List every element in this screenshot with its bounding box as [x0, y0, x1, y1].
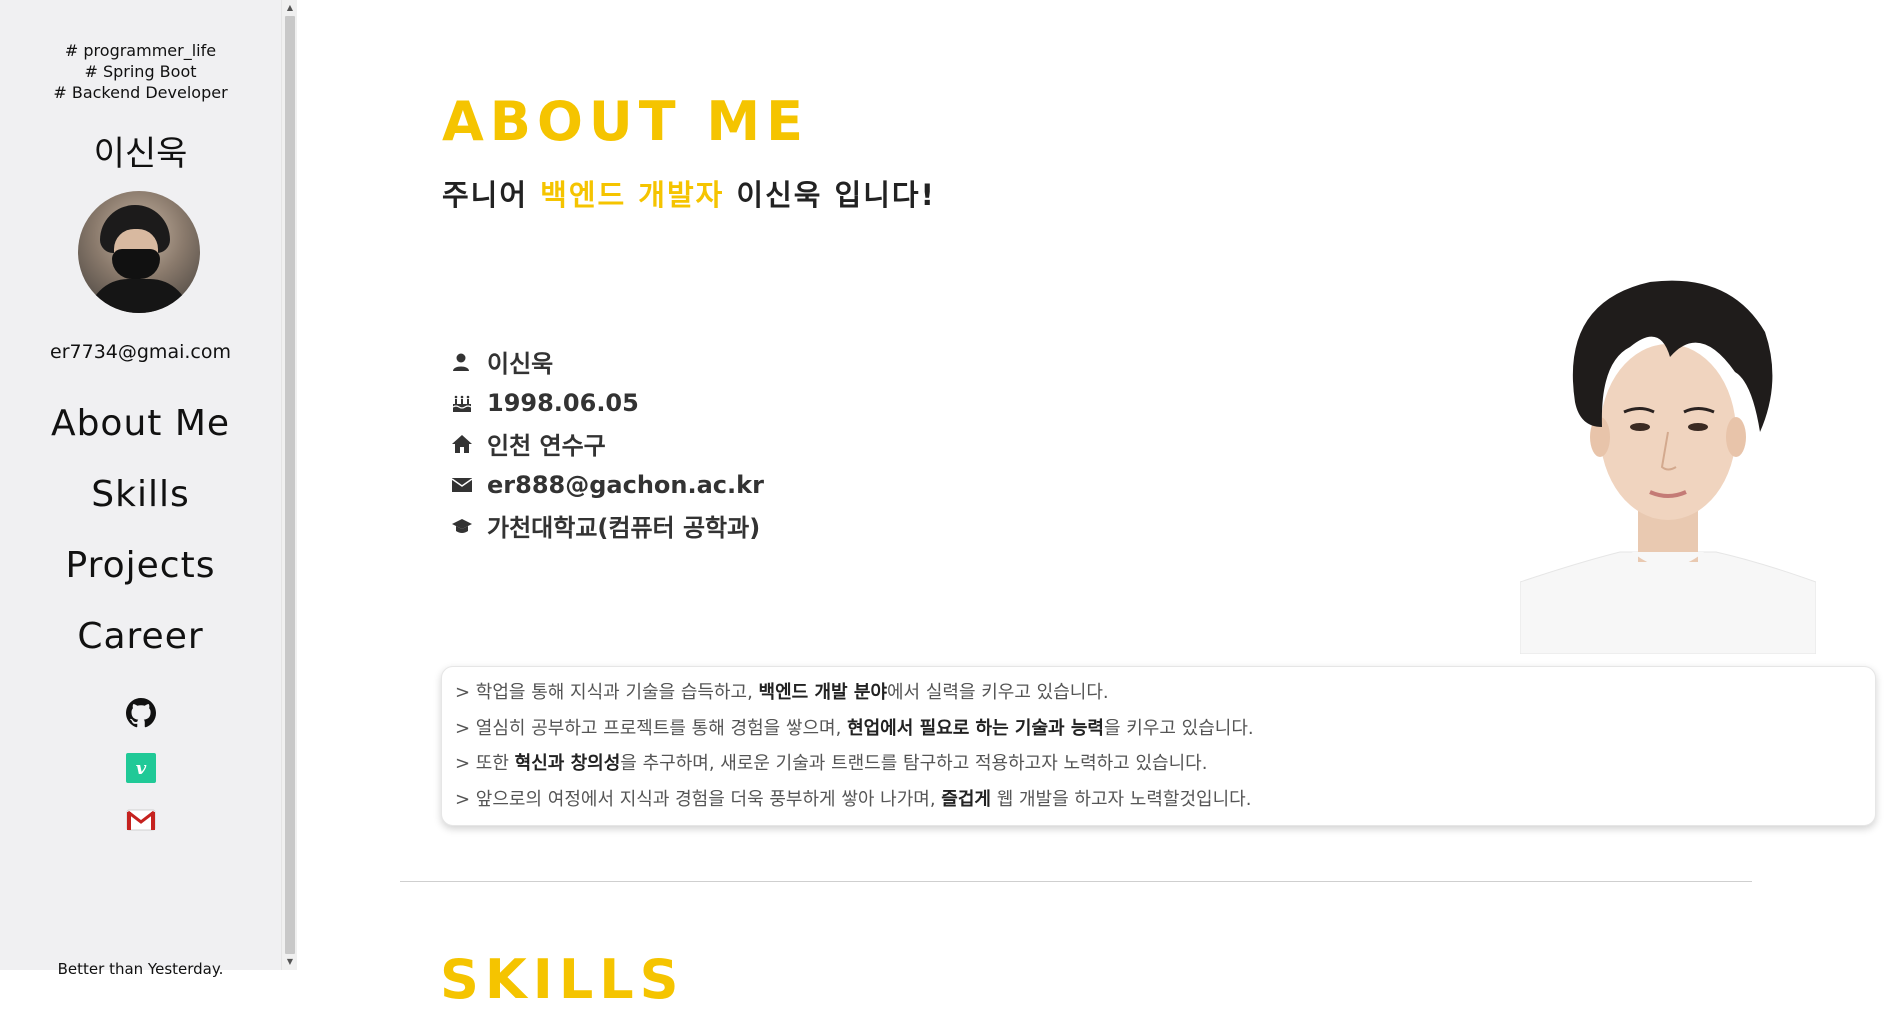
- info-text: er888@gachon.ac.kr: [487, 470, 764, 499]
- nav-item-about-me[interactable]: About Me: [0, 395, 281, 466]
- subtitle-part: 주니어: [442, 178, 541, 212]
- hashtag: # Backend Developer: [53, 83, 228, 102]
- avatar: [78, 191, 200, 313]
- info-item-name: 이신욱: [451, 341, 764, 382]
- sidebar-scrollbar[interactable]: ▲ ▼: [281, 0, 297, 970]
- info-item-email: er888@gachon.ac.kr: [451, 464, 764, 505]
- hashtag: # programmer_life: [64, 41, 217, 60]
- hashtag: # Spring Boot: [84, 62, 197, 81]
- skills-title: SKILLS: [440, 948, 685, 1011]
- graduation-cap-icon: [451, 514, 481, 538]
- sidebar-nav: About Me Skills Projects Career: [0, 395, 281, 679]
- github-link[interactable]: [0, 698, 281, 732]
- subtitle-part: 이신욱 입니다!: [724, 178, 936, 212]
- about-me-title: ABOUT ME: [442, 90, 809, 153]
- birthday-cake-icon: [451, 391, 481, 415]
- user-icon: [451, 350, 481, 374]
- quote-line: > 또한 혁신과 창의성을 추구하며, 새로운 기술과 트랜드를 탐구하고 적용…: [455, 753, 1208, 774]
- sidebar: # programmer_life # Spring Boot # Backen…: [0, 0, 281, 978]
- scroll-down-arrow-icon[interactable]: ▼: [282, 954, 298, 970]
- velog-link[interactable]: v: [0, 753, 281, 787]
- info-text: 1998.06.05: [487, 388, 639, 417]
- scroll-up-arrow-icon[interactable]: ▲: [282, 0, 298, 16]
- home-icon: [451, 432, 481, 456]
- sidebar-name: 이신욱: [93, 134, 188, 174]
- section-divider: [400, 881, 1752, 882]
- gmail-link[interactable]: [0, 808, 281, 836]
- quote-line: > 앞으로의 여정에서 지식과 경험을 더욱 풍부하게 쌓아 나가며, 즐겁게 …: [455, 788, 1252, 810]
- nav-item-skills[interactable]: Skills: [0, 466, 281, 537]
- hashtag-list: # programmer_life # Spring Boot # Backen…: [0, 40, 281, 103]
- info-text: 인천 연수구: [487, 432, 606, 460]
- sidebar-email: er7734@gmai.com: [50, 341, 231, 363]
- about-subtitle: 주니어 백엔드 개발자 이신욱 입니다!: [442, 172, 936, 214]
- info-item-school: 가천대학교(컴퓨터 공학과): [451, 505, 764, 546]
- intro-quote-box: > 학업을 통해 지식과 기술을 습득하고, 백엔드 개발 분야에서 실력을 키…: [441, 666, 1876, 826]
- scrollbar-thumb[interactable]: [285, 16, 295, 954]
- personal-info-list: 이신욱 1998.06.05 인천 연수구 er888@gachon.ac.kr…: [451, 341, 764, 546]
- envelope-icon: [451, 473, 481, 497]
- gmail-icon[interactable]: [126, 808, 156, 832]
- subtitle-highlight: 백엔드 개발자: [540, 178, 725, 212]
- profile-portrait: [1520, 262, 1816, 654]
- tagline: Better than Yesterday.: [57, 960, 224, 978]
- info-item-address: 인천 연수구: [451, 423, 764, 464]
- info-item-birthday: 1998.06.05: [451, 382, 764, 423]
- velog-icon[interactable]: v: [125, 753, 156, 783]
- quote-line: > 열심히 공부하고 프로젝트를 통해 경험을 쌓으며, 현업에서 필요로 하는…: [455, 717, 1254, 739]
- velog-letter: v: [135, 758, 146, 779]
- github-icon[interactable]: [125, 698, 156, 728]
- nav-item-projects[interactable]: Projects: [0, 537, 281, 608]
- info-text: 가천대학교(컴퓨터 공학과): [487, 514, 761, 542]
- quote-line: > 학업을 통해 지식과 기술을 습득하고, 백엔드 개발 분야에서 실력을 키…: [455, 682, 1109, 703]
- nav-item-career[interactable]: Career: [0, 608, 281, 679]
- info-text: 이신욱: [487, 350, 554, 378]
